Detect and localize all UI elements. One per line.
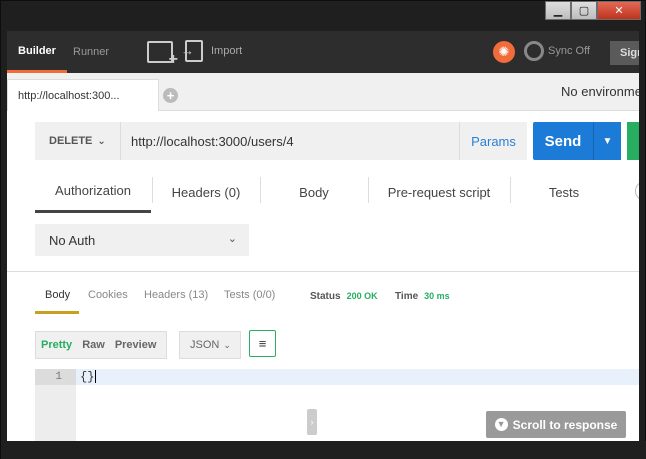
collapse-handle-icon[interactable]: › <box>307 409 317 435</box>
import-button[interactable]: Import <box>181 40 243 62</box>
save-button[interactable] <box>627 122 639 160</box>
tab-authorization[interactable]: Authorization <box>35 171 151 213</box>
app-header: Builder Runner + Import ✺ Sync Off Sign … <box>7 31 639 73</box>
text-cursor <box>95 370 97 384</box>
view-pretty-button[interactable]: Pretty <box>36 339 77 351</box>
tab-pre-request-script[interactable]: Pre-request script <box>369 171 509 213</box>
environment-select[interactable]: No environment <box>561 84 639 99</box>
tab-response-headers[interactable]: Headers (13) <box>144 289 208 301</box>
chevron-down-icon: ⌄ <box>97 135 106 147</box>
status-readout: Status 200 OK <box>310 291 378 302</box>
section-divider <box>7 271 639 272</box>
view-preview-button[interactable]: Preview <box>110 339 162 351</box>
method-label: DELETE <box>49 135 93 147</box>
view-mode-group: Pretty Raw Preview <box>35 331 167 359</box>
sync-label: Sync Off <box>548 45 590 57</box>
scroll-to-response-button[interactable]: ▼ Scroll to response <box>486 411 626 438</box>
signin-button[interactable]: Sign In <box>610 41 639 65</box>
minimize-button[interactable]: ▁ <box>545 1 571 20</box>
plus-icon: + <box>168 51 178 68</box>
import-label: Import <box>211 45 243 57</box>
send-dropdown-icon[interactable]: ▼ <box>593 122 621 160</box>
add-tab-icon[interactable]: + <box>163 88 178 103</box>
tab-tests[interactable]: Tests <box>511 171 617 213</box>
send-button[interactable]: Send <box>533 122 593 160</box>
params-button[interactable]: Params <box>459 122 527 160</box>
request-tabs: Authorization Headers (0) Body Pre-reque… <box>35 171 639 213</box>
arrow-down-icon: ▼ <box>494 418 508 431</box>
method-select[interactable]: DELETE ⌄ <box>35 122 121 160</box>
tab-runner[interactable]: Runner <box>73 31 109 73</box>
settings-icon[interactable] <box>635 181 639 201</box>
time-label: Time <box>395 291 419 302</box>
interceptor-icon[interactable]: ✺ <box>493 41 515 63</box>
code-text: {} <box>80 370 95 384</box>
chevron-down-icon: ⌄ <box>223 339 231 350</box>
chevron-down-icon: ⌄ <box>227 233 237 245</box>
sync-status[interactable]: Sync Off <box>524 41 590 61</box>
wrap-lines-icon[interactable]: ≡ <box>249 330 276 357</box>
sync-icon <box>524 41 544 61</box>
auth-type-label: No Auth <box>49 232 96 248</box>
tab-body[interactable]: Body <box>261 171 367 213</box>
format-label: JSON <box>190 339 220 351</box>
app-window: ▁ ▢ ✕ Builder Runner + Import ✺ Sync Off… <box>0 0 646 459</box>
url-bar: DELETE ⌄ Params <box>35 122 527 160</box>
maximize-button[interactable]: ▢ <box>571 1 597 20</box>
view-raw-button[interactable]: Raw <box>77 339 110 351</box>
close-button[interactable]: ✕ <box>597 1 641 20</box>
format-select[interactable]: JSON ⌄ <box>179 331 241 359</box>
scroll-label: Scroll to response <box>512 417 618 432</box>
import-icon <box>181 40 203 62</box>
time-readout: Time 30 ms <box>395 291 450 302</box>
tab-headers[interactable]: Headers (0) <box>153 171 259 213</box>
request-tab[interactable]: http://localhost:300... <box>7 79 159 112</box>
tab-builder[interactable]: Builder <box>7 31 67 73</box>
active-tab-underline <box>35 311 79 314</box>
new-window-icon[interactable]: + <box>147 41 178 68</box>
auth-type-select[interactable]: No Auth ⌄ <box>35 224 249 256</box>
request-tabbar: http://localhost:300... + No environment <box>7 73 639 112</box>
status-value: 200 OK <box>346 291 378 301</box>
code-line[interactable]: {} <box>76 369 639 385</box>
url-input[interactable] <box>121 122 459 160</box>
tab-response-body[interactable]: Body <box>45 289 70 301</box>
window-bottom-border <box>1 441 646 459</box>
time-value: 30 ms <box>424 291 450 301</box>
tab-cookies[interactable]: Cookies <box>88 289 128 301</box>
window-controls: ▁ ▢ ✕ <box>545 1 641 20</box>
status-label: Status <box>310 291 341 302</box>
tab-test-results[interactable]: Tests (0/0) <box>224 289 275 301</box>
line-number: 1 <box>35 369 76 385</box>
builder-main: DELETE ⌄ Params Send ▼ Authorization Hea… <box>7 111 639 441</box>
